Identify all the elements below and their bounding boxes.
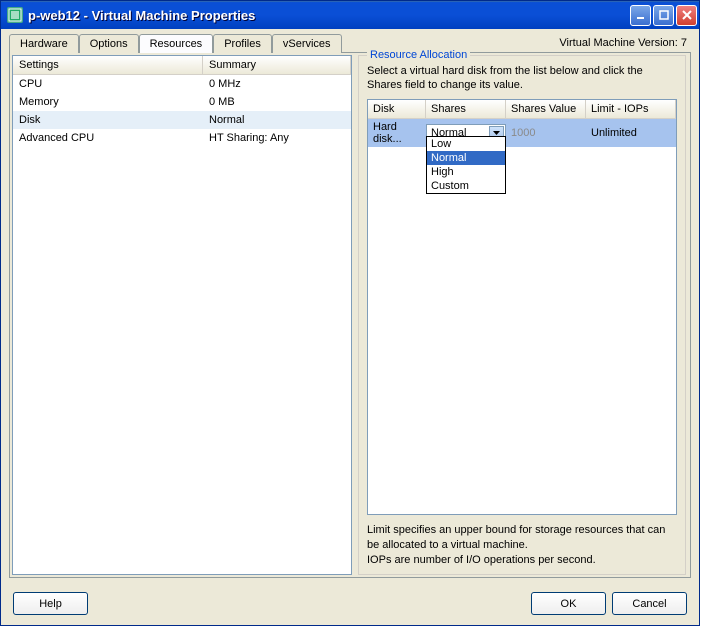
tab-resources[interactable]: Resources [139, 34, 214, 53]
disk-name-cell: Hard disk... [368, 119, 426, 147]
help-text: Select a virtual hard disk from the list… [367, 64, 677, 93]
vm-properties-window: p-web12 - Virtual Machine Properties Har… [0, 0, 700, 626]
button-row: Help OK Cancel [1, 582, 699, 625]
group-legend: Resource Allocation [367, 49, 470, 61]
col-header-limit[interactable]: Limit - IOPs [586, 100, 676, 119]
maximize-button[interactable] [653, 5, 674, 26]
dropdown-option-high[interactable]: High [427, 165, 505, 179]
iops-help-text: IOPs are number of I/O operations per se… [367, 553, 677, 568]
col-header-disk[interactable]: Disk [368, 100, 426, 119]
settings-row-advanced-cpu[interactable]: Advanced CPU HT Sharing: Any [13, 129, 351, 147]
minimize-button[interactable] [630, 5, 651, 26]
resource-allocation-group: Resource Allocation Select a virtual har… [358, 55, 686, 575]
settings-row-disk[interactable]: Disk Normal [13, 111, 351, 129]
close-button[interactable] [676, 5, 697, 26]
help-button[interactable]: Help [13, 592, 88, 615]
col-header-summary[interactable]: Summary [203, 56, 351, 74]
disk-row[interactable]: Hard disk... Normal 1000 Unlimi [368, 119, 676, 147]
dropdown-option-custom[interactable]: Custom [427, 179, 505, 193]
dropdown-option-normal[interactable]: Normal [427, 151, 505, 165]
settings-row-memory[interactable]: Memory 0 MB [13, 93, 351, 111]
col-header-shares-value[interactable]: Shares Value [506, 100, 586, 119]
right-panel: Resource Allocation Select a virtual har… [356, 55, 688, 575]
app-icon [7, 7, 23, 23]
settings-row-cpu[interactable]: CPU 0 MHz [13, 75, 351, 93]
titlebar: p-web12 - Virtual Machine Properties [1, 1, 699, 29]
tab-options[interactable]: Options [79, 34, 139, 53]
ok-button[interactable]: OK [531, 592, 606, 615]
settings-grid: Settings Summary CPU 0 MHz Memory 0 MB D… [12, 55, 352, 575]
tab-vservices[interactable]: vServices [272, 34, 342, 53]
col-header-settings[interactable]: Settings [13, 56, 203, 74]
window-title: p-web12 - Virtual Machine Properties [28, 8, 630, 23]
bottom-help-text: Limit specifies an upper bound for stora… [367, 523, 677, 568]
tabs-row: Hardware Options Resources Profiles vSer… [1, 29, 699, 52]
cancel-button[interactable]: Cancel [612, 592, 687, 615]
disk-table: Disk Shares Shares Value Limit - IOPs Ha… [367, 99, 677, 516]
limit-help-text: Limit specifies an upper bound for stora… [367, 523, 677, 553]
dropdown-option-low[interactable]: Low [427, 137, 505, 151]
limit-cell: Unlimited [586, 125, 676, 141]
tab-hardware[interactable]: Hardware [9, 34, 79, 53]
shares-value-cell: 1000 [506, 125, 586, 141]
content-frame: Settings Summary CPU 0 MHz Memory 0 MB D… [9, 52, 691, 578]
shares-dropdown-list: Low Normal High Custom [426, 136, 506, 194]
tab-profiles[interactable]: Profiles [213, 34, 272, 53]
vm-version-label: Virtual Machine Version: 7 [555, 34, 691, 52]
col-header-shares[interactable]: Shares [426, 100, 506, 119]
